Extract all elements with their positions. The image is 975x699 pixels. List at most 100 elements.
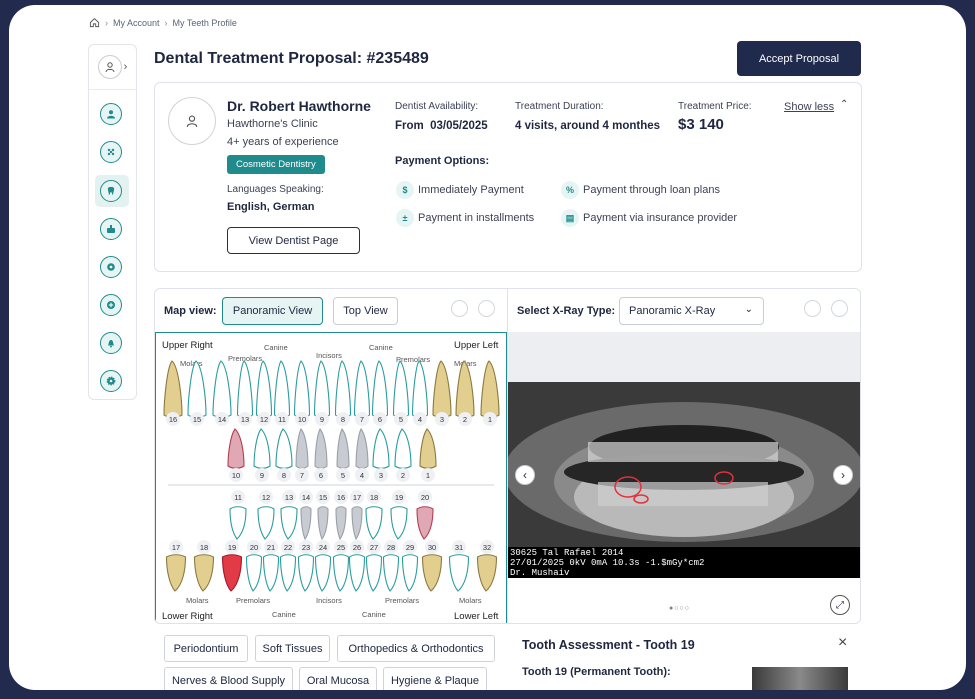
tooth-lower-32[interactable] <box>476 554 498 592</box>
tooth-lower-27[interactable] <box>365 554 383 592</box>
tooth-lower-17[interactable] <box>165 554 187 592</box>
xray-type-select[interactable]: Panoramic X-Ray ⌄ <box>619 297 764 325</box>
tooth-lower-30[interactable] <box>421 554 443 592</box>
group-label: Premolars <box>236 596 270 605</box>
tooth-upper-9[interactable] <box>313 360 331 418</box>
tooth-primary-lower-20[interactable] <box>416 506 434 540</box>
accept-proposal-button[interactable]: Accept Proposal <box>737 41 861 76</box>
tab-top-view[interactable]: Top View <box>333 297 398 325</box>
tooth-lower-18[interactable] <box>193 554 215 592</box>
tooth-primary-upper-2[interactable] <box>394 428 412 469</box>
chevron-right-icon: › <box>105 17 108 28</box>
sidebar-teeth-map-icon[interactable] <box>100 141 122 163</box>
category-tag[interactable]: Orthopedics & Orthodontics <box>337 635 495 662</box>
tooth-primary-upper-1[interactable] <box>419 428 437 469</box>
xray-viewer[interactable]: 30625 Tal Rafael 2014 27/01/2025 0kV 0mA… <box>508 332 860 578</box>
breadcrumb: › My Account › My Teeth Profile <box>89 17 237 28</box>
tooth-lower-24[interactable] <box>314 554 332 592</box>
breadcrumb-my-teeth-profile[interactable]: My Teeth Profile <box>173 18 237 28</box>
tooth-primary-upper-3[interactable] <box>372 428 390 469</box>
tooth-primary-lower-18[interactable] <box>365 506 383 540</box>
sidebar-chat-icon[interactable] <box>100 256 122 278</box>
tooth-lower-23[interactable] <box>297 554 315 592</box>
sidebar-bell-icon[interactable] <box>100 332 122 354</box>
close-icon[interactable]: × <box>838 634 847 652</box>
category-tag[interactable]: Nerves & Blood Supply <box>164 667 293 690</box>
tooth-upper-6[interactable] <box>371 360 389 418</box>
tooth-number: 8 <box>341 415 345 424</box>
map-option-toggle[interactable] <box>478 300 495 317</box>
tooth-upper-5[interactable] <box>392 360 410 418</box>
tooth-upper-13[interactable] <box>236 360 254 418</box>
tooth-upper-2[interactable] <box>455 360 475 418</box>
sidebar-add-icon[interactable] <box>100 294 122 316</box>
category-tag[interactable]: Soft Tissues <box>255 635 330 662</box>
tooth-primary-upper-7[interactable] <box>295 428 309 469</box>
previous-image-button[interactable]: ‹ <box>515 465 535 485</box>
tooth-primary-upper-8[interactable] <box>275 428 293 469</box>
tooth-primary-lower-16[interactable] <box>335 506 347 541</box>
tooth-lower-25[interactable] <box>332 554 350 592</box>
tooth-primary-lower-13[interactable] <box>280 506 298 540</box>
tooth-primary-lower-15[interactable] <box>317 506 329 541</box>
tooth-primary-upper-6[interactable] <box>314 428 328 469</box>
tooth-number: 22 <box>284 543 292 552</box>
tooth-primary-lower-11[interactable] <box>229 506 247 540</box>
breadcrumb-my-account[interactable]: My Account <box>113 18 160 28</box>
tooth-upper-12[interactable] <box>255 360 273 418</box>
tooth-upper-16[interactable] <box>163 360 183 418</box>
show-less-link[interactable]: Show less <box>784 101 834 113</box>
tooth-lower-28[interactable] <box>382 554 400 592</box>
home-icon[interactable] <box>89 17 100 28</box>
next-image-button[interactable]: › <box>833 465 853 485</box>
sidebar-treatment-icon[interactable] <box>100 218 122 240</box>
tooth-lower-29[interactable] <box>401 554 419 592</box>
tooth-upper-8[interactable] <box>334 360 352 418</box>
expand-icon[interactable]: ⤢ <box>830 595 850 615</box>
tooth-upper-15[interactable] <box>187 360 207 418</box>
group-label: Canine <box>264 343 288 352</box>
sidebar-profile-icon[interactable] <box>100 103 122 125</box>
tooth-upper-10[interactable] <box>293 360 311 418</box>
tooth-primary-lower-12[interactable] <box>257 506 275 540</box>
tooth-upper-14[interactable] <box>212 360 232 418</box>
tooth-primary-upper-10[interactable] <box>227 428 245 469</box>
tooth-number: 2 <box>463 415 467 424</box>
tooth-lower-22[interactable] <box>279 554 297 592</box>
tooth-upper-3[interactable] <box>432 360 452 418</box>
tooth-primary-upper-5[interactable] <box>336 428 350 469</box>
tooth-primary-lower-19[interactable] <box>390 506 408 540</box>
map-option-toggle[interactable] <box>451 300 468 317</box>
sidebar-settings-icon[interactable] <box>100 370 122 392</box>
category-tag[interactable]: Periodontium <box>164 635 248 662</box>
tooth-primary-lower-14[interactable] <box>300 506 312 541</box>
group-label: Molars <box>459 596 482 605</box>
tooth-lower-19[interactable] <box>221 554 243 592</box>
xray-option-toggle[interactable] <box>831 300 848 317</box>
sidebar-profile[interactable]: › <box>89 45 136 90</box>
tooth-lower-26[interactable] <box>348 554 366 592</box>
tooth-number: 13 <box>285 493 293 502</box>
tooth-lower-21[interactable] <box>262 554 280 592</box>
tooth-upper-1[interactable] <box>480 360 500 418</box>
tooth-lower-20[interactable] <box>245 554 263 592</box>
tooth-number: 7 <box>360 415 364 424</box>
carousel-dots[interactable]: ●○○○ <box>669 605 690 612</box>
category-tag[interactable]: Hygiene & Plaque <box>383 667 487 690</box>
tooth-primary-upper-4[interactable] <box>355 428 369 469</box>
tooth-number: 17 <box>353 493 361 502</box>
tooth-upper-4[interactable] <box>411 360 429 418</box>
tooth-upper-11[interactable] <box>273 360 291 418</box>
view-dentist-page-button[interactable]: View Dentist Page <box>227 227 360 254</box>
xray-option-toggle[interactable] <box>804 300 821 317</box>
dentist-avatar <box>168 97 216 145</box>
category-tag[interactable]: Oral Mucosa <box>299 667 377 690</box>
map-view-label: Map view: <box>164 305 217 317</box>
tab-panoramic-view[interactable]: Panoramic View <box>222 297 323 325</box>
tooth-lower-31[interactable] <box>448 554 470 592</box>
tooth-upper-7[interactable] <box>353 360 371 418</box>
tooth-primary-upper-9[interactable] <box>253 428 271 469</box>
tooth-primary-lower-17[interactable] <box>351 506 363 541</box>
chevron-up-icon[interactable]: ⌃ <box>840 99 848 110</box>
sidebar-tooth-icon[interactable] <box>100 180 122 202</box>
